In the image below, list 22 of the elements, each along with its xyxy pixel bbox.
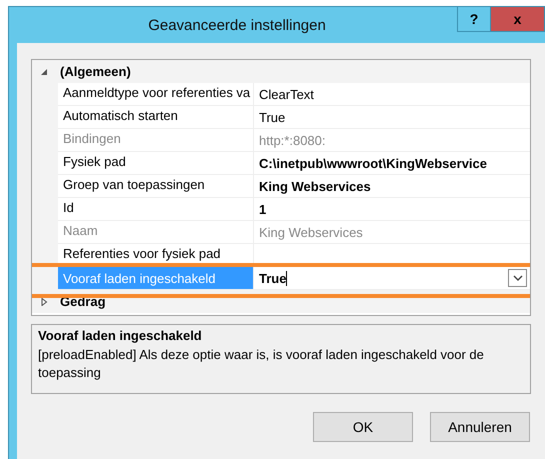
property-value: King Webservices bbox=[259, 224, 363, 240]
chevron-down-icon bbox=[512, 275, 522, 281]
property-value: 1 bbox=[259, 202, 266, 216]
category-header[interactable]: (Algemeen) bbox=[60, 64, 131, 79]
dropdown-button[interactable] bbox=[508, 269, 527, 287]
cancel-button[interactable]: Annuleren bbox=[430, 412, 530, 442]
property-value: http:*:8080: bbox=[259, 132, 326, 148]
category-header[interactable]: Gedrag bbox=[60, 294, 106, 309]
text-cursor bbox=[286, 270, 288, 286]
window-title: Geavanceerde instellingen bbox=[147, 16, 327, 34]
property-value[interactable]: True bbox=[259, 270, 286, 286]
property-value: True bbox=[259, 110, 286, 124]
ok-button[interactable]: OK bbox=[313, 412, 413, 442]
property-value: King Webservices bbox=[259, 178, 371, 194]
help-button[interactable]: ? bbox=[457, 7, 491, 32]
description-title: Vooraf laden ingeschakeld bbox=[38, 328, 203, 343]
description-text: [preloadEnabled] Als deze optie waar is, is vooraf laden ingeschakeld voor de toepassing bbox=[38, 346, 485, 382]
expand-icon[interactable] bbox=[40, 298, 48, 306]
collapse-icon[interactable] bbox=[40, 68, 48, 76]
close-button[interactable]: x bbox=[491, 7, 545, 32]
property-value: ClearText bbox=[259, 86, 314, 102]
property-value: C:\inetpub\wwwroot\KingWebservice bbox=[259, 156, 488, 170]
